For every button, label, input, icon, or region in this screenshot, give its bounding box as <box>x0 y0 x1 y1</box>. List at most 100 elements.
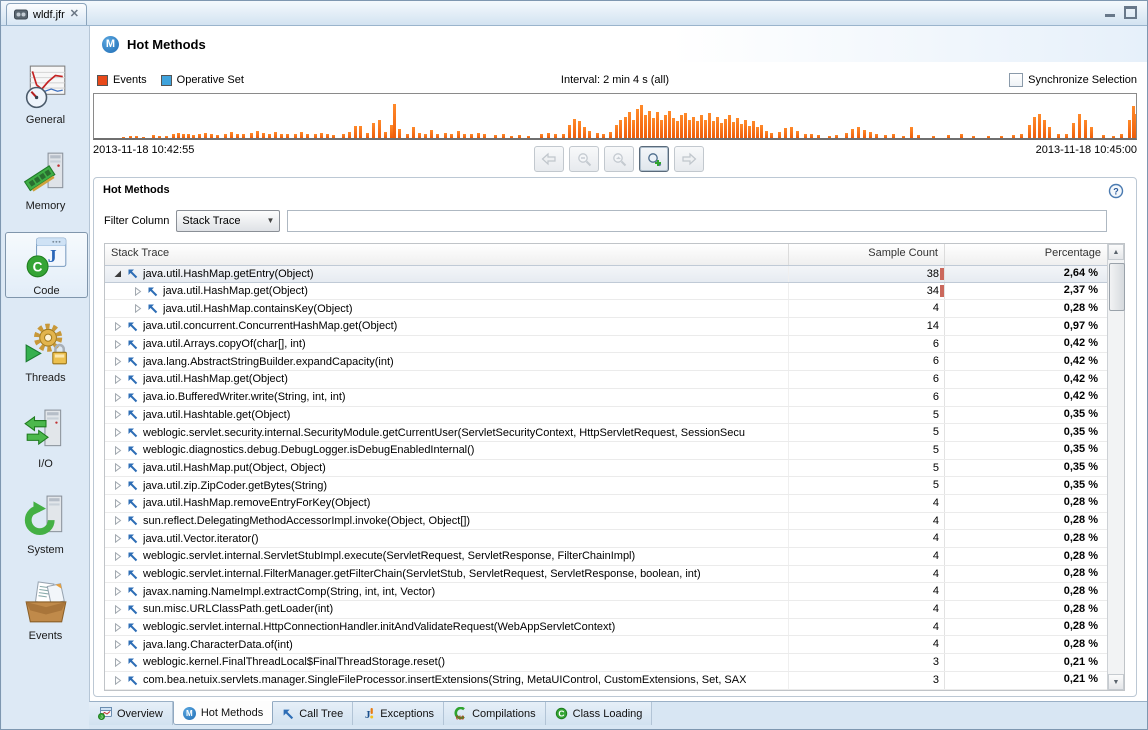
sidebar-item-code[interactable]: J C Code <box>5 232 88 298</box>
timeline-bar <box>424 134 427 138</box>
tab-overview[interactable]: J Overview <box>89 702 173 725</box>
column-header-sample-count[interactable]: Sample Count <box>789 244 945 265</box>
table-row[interactable]: com.bea.netuix.servlets.manager.SingleFi… <box>105 672 1107 690</box>
method-icon <box>127 586 138 597</box>
expander-collapsed-icon[interactable] <box>113 375 122 384</box>
expander-collapsed-icon[interactable] <box>113 340 122 349</box>
table-row[interactable]: weblogic.servlet.security.internal.Secur… <box>105 424 1107 442</box>
table-row[interactable]: weblogic.servlet.internal.ServletStubImp… <box>105 548 1107 566</box>
vertical-scrollbar[interactable]: ▲ ▼ <box>1107 244 1124 690</box>
sidebar-item-events[interactable]: Events <box>5 578 86 642</box>
table-row[interactable]: weblogic.servlet.internal.HttpConnection… <box>105 619 1107 637</box>
expander-collapsed-icon[interactable] <box>113 676 122 685</box>
timeline-bar <box>588 131 591 138</box>
timeline-bar <box>280 134 283 138</box>
tab-exceptions[interactable]: J Exceptions <box>353 702 444 725</box>
zoom-fit-button[interactable] <box>604 146 634 172</box>
zoom-out-button[interactable] <box>569 146 599 172</box>
stack-trace-cell: java.util.concurrent.ConcurrentHashMap.g… <box>105 318 789 335</box>
expander-collapsed-icon[interactable] <box>133 304 142 313</box>
table-row[interactable]: java.lang.CharacterData.of(int)40,28 % <box>105 636 1107 654</box>
timeline-bar <box>1084 120 1087 138</box>
synchronize-selection-checkbox[interactable] <box>1009 73 1023 87</box>
expander-collapsed-icon[interactable] <box>113 322 122 331</box>
expander-collapsed-icon[interactable] <box>113 463 122 472</box>
tab-call-tree[interactable]: Call Tree <box>273 702 353 725</box>
method-name: java.util.Hashtable.get(Object) <box>143 409 290 421</box>
table-row[interactable]: java.util.concurrent.ConcurrentHashMap.g… <box>105 318 1107 336</box>
table-row[interactable]: java.util.Arrays.copyOf(char[], int)60,4… <box>105 336 1107 354</box>
table-row[interactable]: java.lang.AbstractStringBuilder.expandCa… <box>105 353 1107 371</box>
timeline-bar <box>760 125 763 138</box>
sidebar-item-general[interactable]: General <box>5 62 86 126</box>
tab-compilations[interactable]: 010 Compilations <box>444 702 546 725</box>
table-row[interactable]: java.util.Hashtable.get(Object)50,35 % <box>105 407 1107 425</box>
scrollbar-thumb[interactable] <box>1109 263 1125 311</box>
help-icon[interactable]: ? <box>1108 183 1124 202</box>
stack-trace-cell: javax.naming.NameImpl.extractComp(String… <box>105 583 789 600</box>
table-row[interactable]: java.io.BufferedWriter.write(String, int… <box>105 389 1107 407</box>
expander-collapsed-icon[interactable] <box>113 658 122 667</box>
back-button[interactable] <box>534 146 564 172</box>
expander-collapsed-icon[interactable] <box>133 287 142 296</box>
editor-tab-wldf[interactable]: wldf.jfr ✕ <box>6 3 87 25</box>
expander-collapsed-icon[interactable] <box>113 393 122 402</box>
expander-collapsed-icon[interactable] <box>113 605 122 614</box>
table-row[interactable]: weblogic.kernel.FinalThreadLocal$FinalTh… <box>105 654 1107 672</box>
table-row[interactable]: weblogic.servlet.internal.FilterManager.… <box>105 566 1107 584</box>
method-icon <box>127 356 138 367</box>
expander-collapsed-icon[interactable] <box>113 410 122 419</box>
sidebar-item-threads[interactable]: Threads <box>5 320 86 384</box>
timeline-bar <box>418 133 421 138</box>
filter-column-select[interactable]: Stack Trace ▼ <box>176 210 280 232</box>
expander-collapsed-icon[interactable] <box>113 481 122 490</box>
expander-collapsed-icon[interactable] <box>113 552 122 561</box>
timeline-bar <box>863 130 866 138</box>
expander-collapsed-icon[interactable] <box>113 516 122 525</box>
timeline-chart[interactable] <box>93 93 1137 140</box>
scroll-down-icon[interactable]: ▼ <box>1108 674 1124 690</box>
table-row[interactable]: javax.naming.NameImpl.extractComp(String… <box>105 583 1107 601</box>
method-icon <box>127 409 138 420</box>
expander-collapsed-icon[interactable] <box>113 640 122 649</box>
minimize-icon[interactable] <box>1105 14 1115 17</box>
expander-collapsed-icon[interactable] <box>113 534 122 543</box>
table-row[interactable]: java.util.HashMap.containsKey(Object)40,… <box>105 300 1107 318</box>
maximize-icon[interactable] <box>1124 6 1137 19</box>
method-icon <box>127 374 138 385</box>
forward-button[interactable] <box>674 146 704 172</box>
sidebar-item-system[interactable]: System <box>5 492 86 556</box>
zoom-in-button[interactable] <box>639 146 669 172</box>
sidebar-item-io[interactable]: I/O <box>5 406 86 470</box>
table-row[interactable]: java.util.HashMap.removeEntryForKey(Obje… <box>105 495 1107 513</box>
expander-collapsed-icon[interactable] <box>113 623 122 632</box>
tab-class-loading[interactable]: C Class Loading <box>546 702 653 725</box>
scroll-up-icon[interactable]: ▲ <box>1108 244 1124 260</box>
table-row[interactable]: java.util.HashMap.get(Object)60,42 % <box>105 371 1107 389</box>
table-row[interactable]: sun.misc.URLClassPath.getLoader(int)40,2… <box>105 601 1107 619</box>
table-row[interactable]: sun.reflect.DelegatingMethodAccessorImpl… <box>105 513 1107 531</box>
sidebar-item-memory[interactable]: Memory <box>5 148 86 212</box>
filter-text-input[interactable] <box>287 210 1107 232</box>
table-row[interactable]: java.util.HashMap.get(Object)342,37 % <box>105 283 1107 301</box>
column-header-percentage[interactable]: Percentage <box>945 244 1107 265</box>
expander-collapsed-icon[interactable] <box>113 446 122 455</box>
table-row[interactable]: weblogic.diagnostics.debug.DebugLogger.i… <box>105 442 1107 460</box>
expander-collapsed-icon[interactable] <box>113 357 122 366</box>
table-row[interactable]: java.util.HashMap.getEntry(Object)382,64… <box>105 265 1107 283</box>
tab-hot-methods[interactable]: M Hot Methods <box>173 701 273 725</box>
percentage-cell: 0,28 % <box>945 548 1107 566</box>
expander-collapsed-icon[interactable] <box>113 570 122 579</box>
table-row[interactable]: java.util.HashMap.put(Object, Object)50,… <box>105 460 1107 478</box>
expander-collapsed-icon[interactable] <box>113 499 122 508</box>
expander-expanded-icon[interactable] <box>113 269 122 278</box>
timeline-bar <box>342 134 345 138</box>
table-row[interactable]: java.util.zip.ZipCoder.getBytes(String)5… <box>105 477 1107 495</box>
table-row[interactable]: java.util.Vector.iterator()40,28 % <box>105 530 1107 548</box>
close-icon[interactable]: ✕ <box>70 9 79 20</box>
expander-collapsed-icon[interactable] <box>113 428 122 437</box>
expander-collapsed-icon[interactable] <box>113 587 122 596</box>
stack-trace-cell: java.util.HashMap.put(Object, Object) <box>105 460 789 477</box>
column-header-stack-trace[interactable]: Stack Trace <box>105 244 789 265</box>
timeline-bar <box>716 117 719 138</box>
